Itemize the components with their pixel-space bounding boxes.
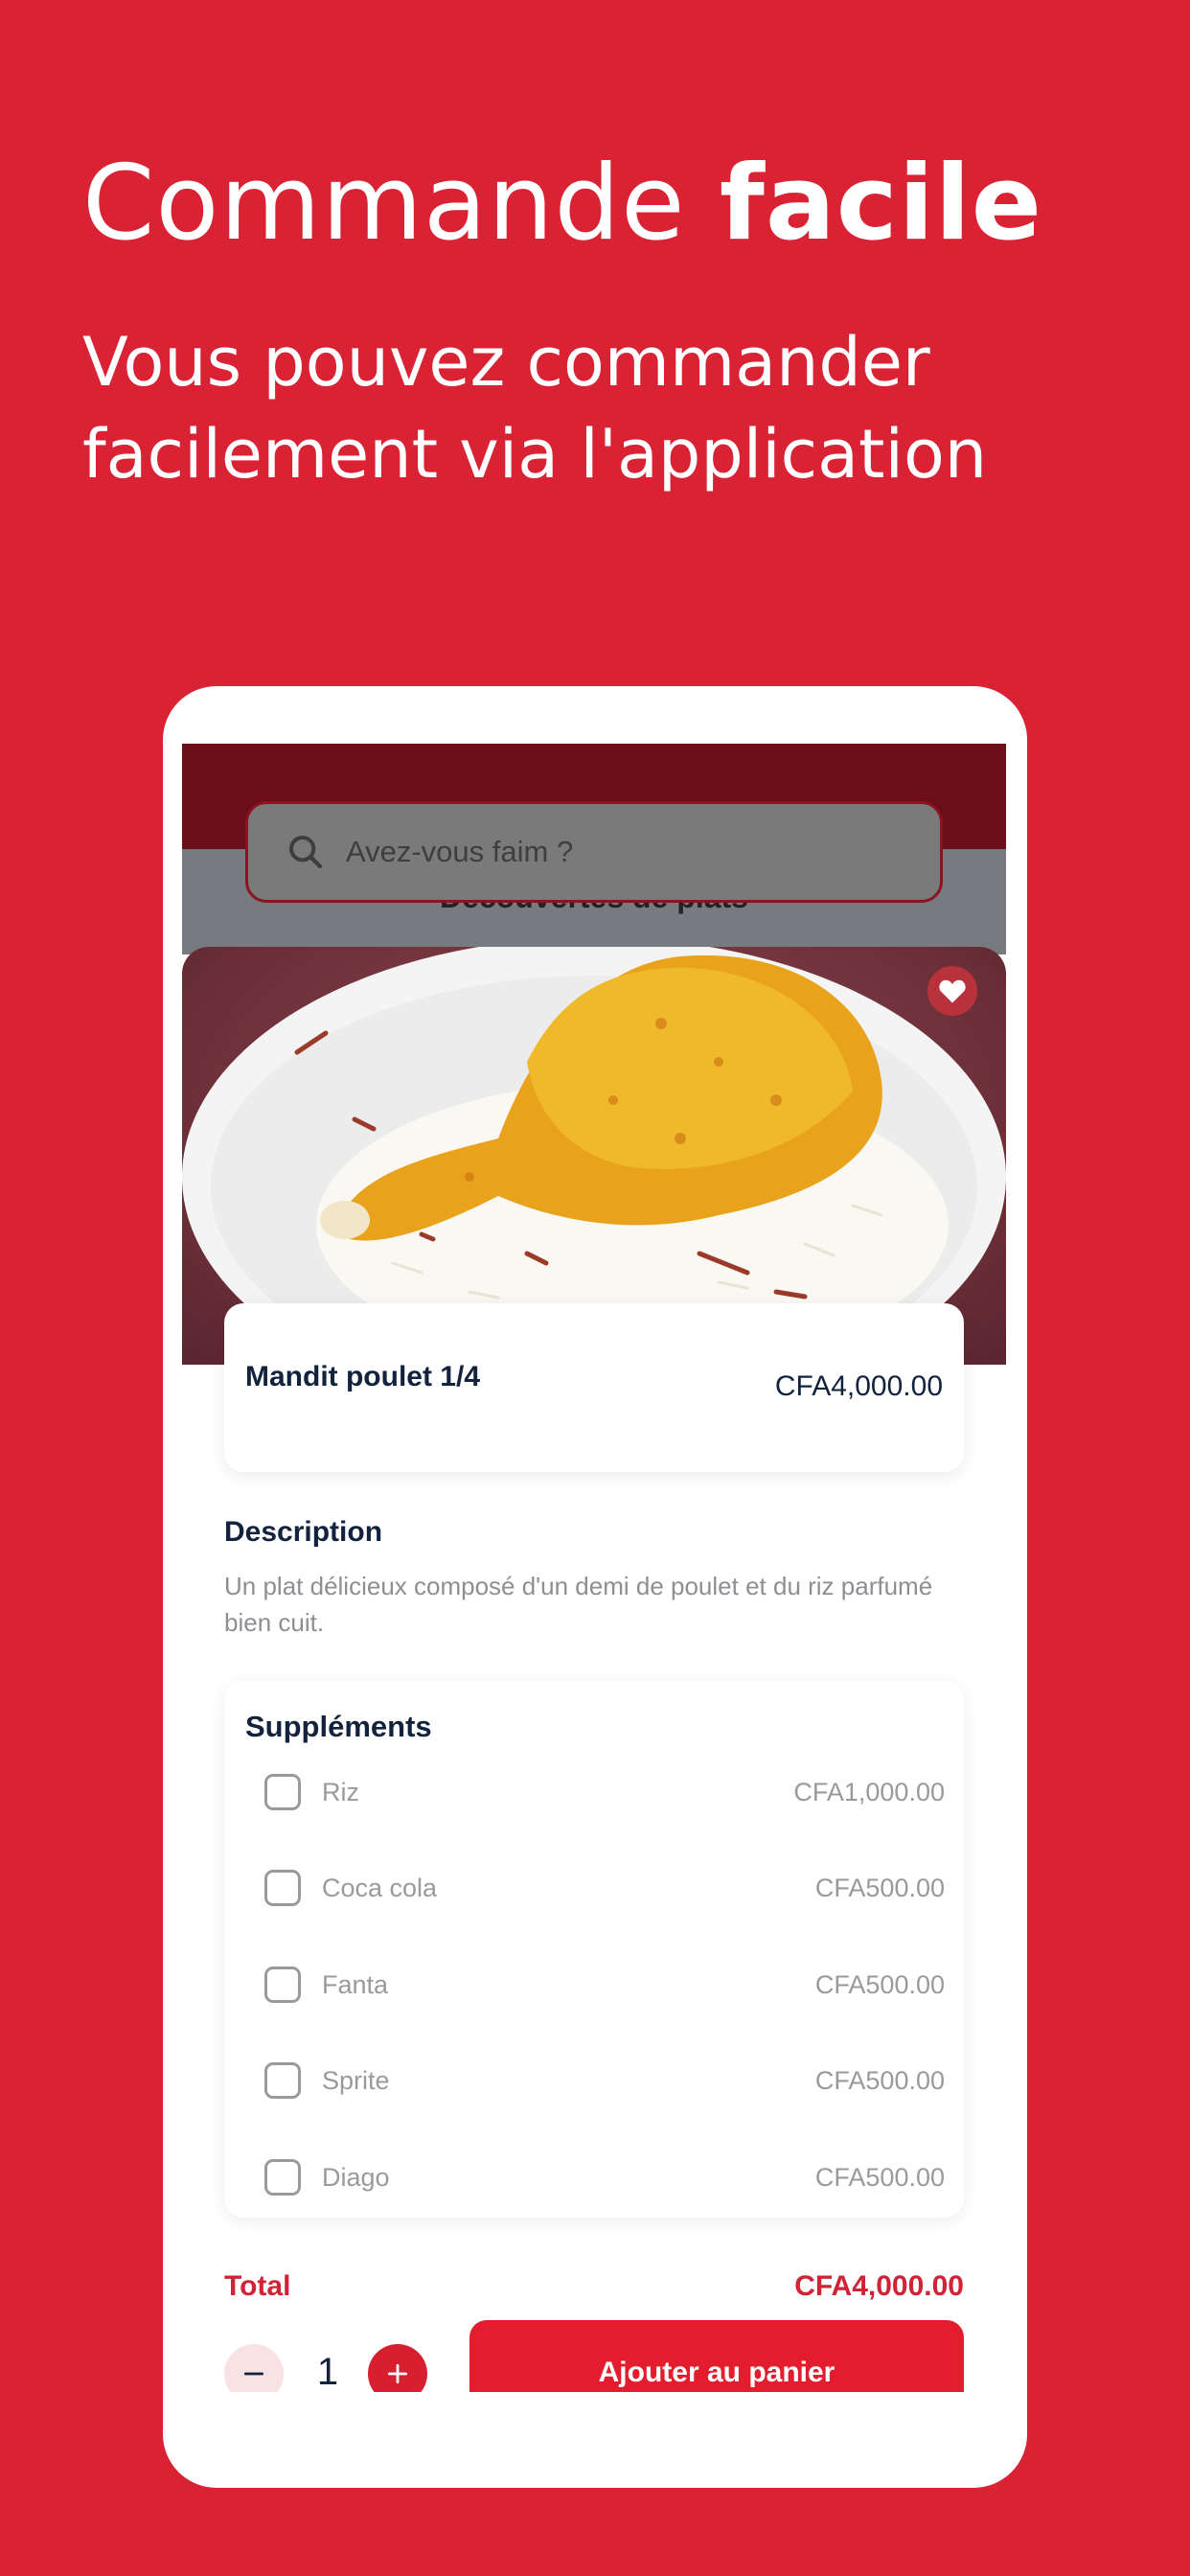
supplement-checkbox[interactable]	[264, 2062, 301, 2099]
total-value: CFA4,000.00	[794, 2270, 964, 2302]
supplement-price: CFA1,000.00	[793, 1777, 945, 1806]
minus-icon	[243, 2372, 264, 2376]
supplement-label: Diago	[322, 2162, 390, 2192]
search-icon	[289, 836, 323, 869]
decrease-quantity-button[interactable]	[224, 2344, 284, 2392]
supplement-label: Sprite	[322, 2065, 390, 2095]
supplement-label: Fanta	[322, 1969, 389, 1999]
app-screen: Découvertes de plats Avez-vous faim ?	[182, 744, 1006, 2392]
total-label: Total	[224, 2270, 291, 2302]
supplement-price: CFA500.00	[814, 2065, 945, 2095]
supplement-checkbox[interactable]	[264, 1774, 301, 1810]
supplements-card: Suppléments Riz CFA1,000.00 Coca cola CF…	[224, 1681, 964, 2218]
supplement-item[interactable]: Riz CFA1,000.00	[264, 1771, 945, 1813]
supplement-item[interactable]: Sprite CFA500.00	[264, 2059, 945, 2102]
hero-title-regular: Commande	[82, 144, 720, 264]
add-to-cart-button[interactable]: Ajouter au panier	[469, 2320, 964, 2392]
hero-title-bold: facile	[719, 144, 1043, 264]
supplement-item[interactable]: Fanta CFA500.00	[264, 1964, 945, 2006]
supplement-price: CFA500.00	[814, 1969, 945, 1999]
dish-illustration	[182, 947, 1006, 1365]
search-bar[interactable]: Avez-vous faim ?	[245, 801, 943, 903]
increase-quantity-button[interactable]	[368, 2344, 427, 2392]
plus-icon	[387, 2363, 408, 2384]
quantity-value: 1	[316, 2351, 339, 2392]
hero-title: Commande facile	[82, 144, 1042, 264]
hero-subtitle: Vous pouvez commander facilement via l'a…	[82, 323, 988, 494]
supplement-checkbox[interactable]	[264, 1966, 301, 2003]
supplement-label: Coca cola	[322, 1873, 438, 1902]
supplements-title: Suppléments	[245, 1710, 432, 1743]
description-title: Description	[224, 1516, 383, 1548]
cart-footer: Total CFA4,000.00 1 Ajouter au panier	[182, 2253, 1006, 2392]
dish-image	[182, 947, 1006, 1365]
heart-icon	[939, 979, 966, 1003]
description-text: Un plat délicieux composé d'un demi de p…	[224, 1572, 933, 1637]
dish-info-card: Mandit poulet 1/4 CFA4,000.00	[224, 1303, 964, 1472]
supplement-item[interactable]: Coca cola CFA500.00	[264, 1867, 945, 1909]
supplement-price: CFA500.00	[814, 1873, 945, 1902]
supplement-item[interactable]: Diago CFA500.00	[264, 2156, 945, 2198]
supplement-label: Riz	[322, 1777, 359, 1806]
dish-price: CFA4,000.00	[774, 1370, 943, 1402]
supplement-checkbox[interactable]	[264, 2159, 301, 2196]
supplement-price: CFA500.00	[814, 2162, 945, 2192]
phone-mockup: Découvertes de plats Avez-vous faim ?	[163, 686, 1027, 2488]
dish-name: Mandit poulet 1/4	[245, 1361, 481, 1392]
favorite-button[interactable]	[927, 966, 977, 1016]
search-input[interactable]: Avez-vous faim ?	[346, 835, 573, 869]
supplement-checkbox[interactable]	[264, 1870, 301, 1906]
